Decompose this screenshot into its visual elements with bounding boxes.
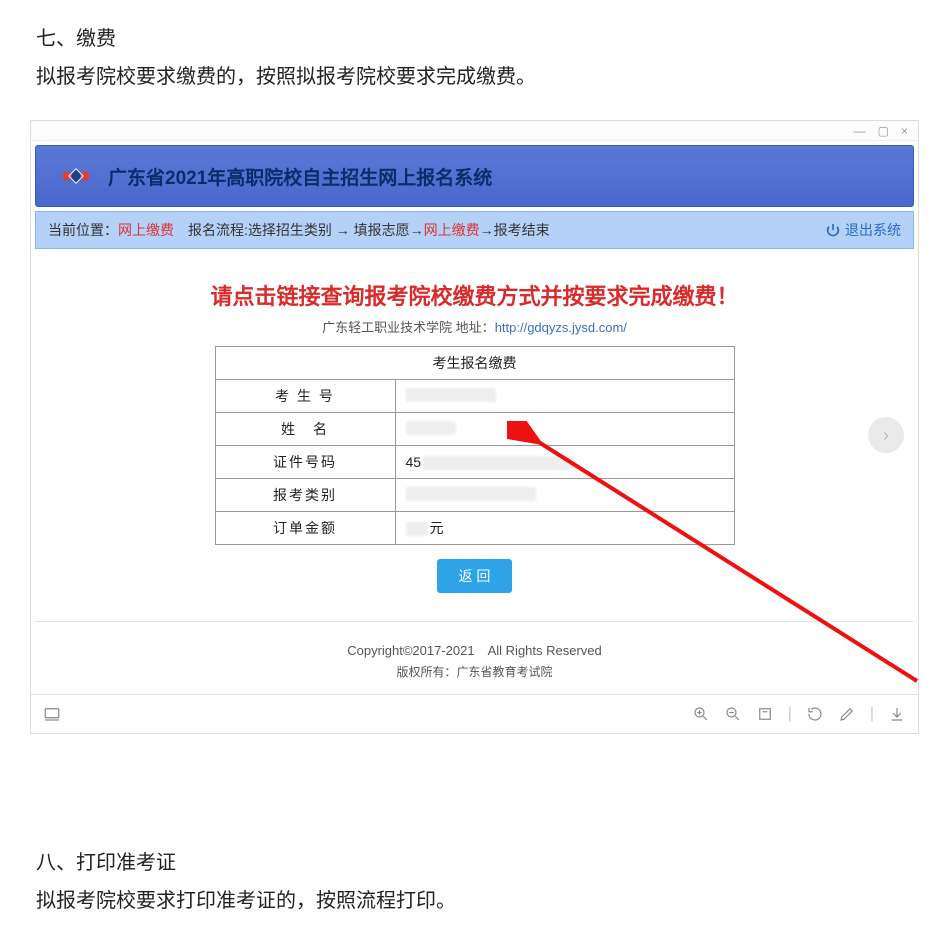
- close-icon[interactable]: ×: [901, 124, 908, 138]
- section-7-heading: 七、缴费: [36, 20, 913, 58]
- table-row: 考 生 号: [215, 380, 734, 413]
- table-row: 证件号码 45: [215, 446, 734, 479]
- maximize-icon[interactable]: ▢: [878, 124, 889, 138]
- rotate-icon[interactable]: [806, 705, 824, 723]
- app-window: — ▢ × 广东省2021年高职院校自主招生网上报名系统 当前位置： 网上缴费 …: [30, 120, 919, 734]
- section-8-heading: 八、打印准考证: [36, 844, 913, 882]
- breadcrumb-current: 网上缴费: [118, 220, 174, 240]
- breadcrumb-label: 当前位置：: [48, 220, 118, 240]
- next-nav-circle[interactable]: ›: [868, 417, 904, 453]
- school-name: 广东轻工职业技术学院 地址：: [322, 320, 495, 335]
- table-row: 报考类别: [215, 479, 734, 512]
- row-label: 姓 名: [215, 413, 395, 446]
- row-label: 订单金额: [215, 512, 395, 545]
- section-7-body: 拟报考院校要求缴费的，按照拟报考院校要求完成缴费。: [36, 58, 913, 96]
- table-row: 订单金额 元: [215, 512, 734, 545]
- row-label: 证件号码: [215, 446, 395, 479]
- separator: |: [870, 705, 874, 723]
- logout-link[interactable]: 退出系统: [825, 220, 901, 240]
- row-value: 45: [395, 446, 734, 479]
- section-7: 七、缴费 拟报考院校要求缴费的，按照拟报考院校要求完成缴费。: [0, 0, 949, 106]
- breadcrumb-flow-1: 报名流程:选择招生类别 → 填报志愿→: [174, 220, 424, 240]
- footer-copyright: Copyright©2017-2021 All Rights Reserved: [35, 640, 914, 659]
- footer: Copyright©2017-2021 All Rights Reserved …: [35, 621, 914, 694]
- payment-info-table: 考生报名缴费 考 生 号 姓 名 证件号码 45 报考类别 订单金额 元: [215, 346, 735, 545]
- row-value: 元: [395, 512, 734, 545]
- sub-notice: 广东轻工职业技术学院 地址：http://gdqyzs.jysd.com/: [31, 317, 918, 336]
- power-icon: [825, 222, 841, 238]
- footer-owner: 版权所有：广东省教育考试院: [35, 663, 914, 680]
- app-header: 广东省2021年高职院校自主招生网上报名系统: [35, 145, 914, 207]
- app-title: 广东省2021年高职院校自主招生网上报名系统: [108, 163, 492, 190]
- row-value: [395, 479, 734, 512]
- window-controls: — ▢ ×: [31, 121, 918, 141]
- row-value: [395, 413, 734, 446]
- edit-icon[interactable]: [838, 705, 856, 723]
- content-area: 请点击链接查询报考院校缴费方式并按要求完成缴费！ 广东轻工职业技术学院 地址：h…: [31, 249, 918, 621]
- table-header: 考生报名缴费: [215, 347, 734, 380]
- breadcrumb-flow-2: →报考结束: [480, 220, 550, 240]
- chevron-right-icon: ›: [883, 425, 889, 446]
- separator: |: [788, 705, 792, 723]
- breadcrumb-bar: 当前位置： 网上缴费 报名流程:选择招生类别 → 填报志愿→ 网上缴费 →报考结…: [35, 211, 914, 249]
- logo-icon: [58, 158, 94, 194]
- viewer-toolbar: | |: [31, 694, 918, 733]
- main-notice: 请点击链接查询报考院校缴费方式并按要求完成缴费！: [31, 279, 918, 311]
- button-row: 返 回: [31, 545, 918, 601]
- section-8: 八、打印准考证 拟报考院校要求打印准考证的，按照流程打印。: [0, 734, 949, 940]
- payment-url-link[interactable]: http://gdqyzs.jysd.com/: [495, 320, 627, 335]
- row-label: 考 生 号: [215, 380, 395, 413]
- zoom-in-icon[interactable]: [692, 705, 710, 723]
- fit-icon[interactable]: [756, 705, 774, 723]
- zoom-out-icon[interactable]: [724, 705, 742, 723]
- return-button[interactable]: 返 回: [437, 559, 513, 593]
- desktop-icon[interactable]: [43, 705, 61, 723]
- table-row: 姓 名: [215, 413, 734, 446]
- breadcrumb-flow-hl: 网上缴费: [424, 220, 480, 240]
- logout-label: 退出系统: [845, 220, 901, 240]
- download-icon[interactable]: [888, 705, 906, 723]
- row-label: 报考类别: [215, 479, 395, 512]
- row-value: [395, 380, 734, 413]
- minimize-icon[interactable]: —: [854, 124, 866, 138]
- section-8-body: 拟报考院校要求打印准考证的，按照流程打印。: [36, 882, 913, 920]
